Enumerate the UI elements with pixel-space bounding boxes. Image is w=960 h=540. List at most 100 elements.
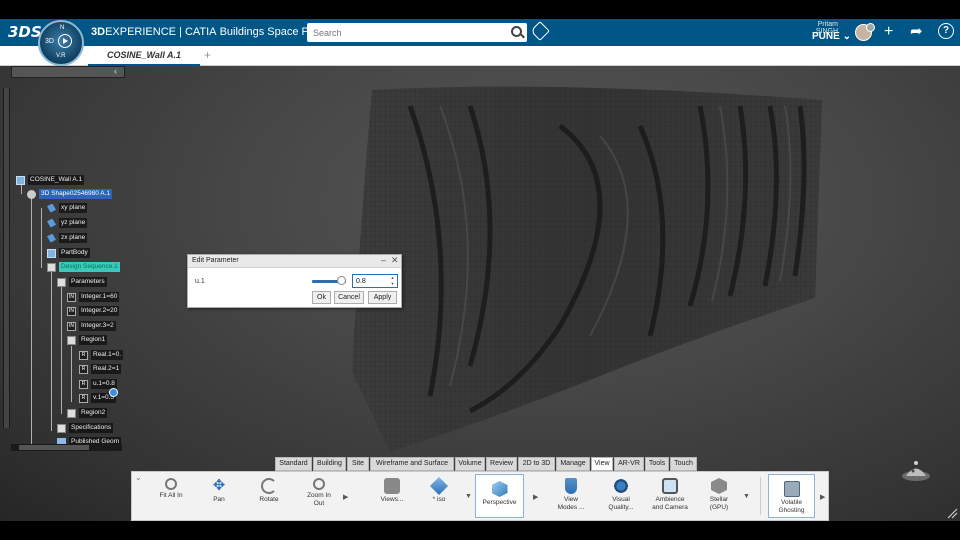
dropdown-arrow-icon[interactable]: ▼ (743, 493, 750, 500)
tag-icon[interactable] (530, 21, 550, 41)
tab-site[interactable]: Site (347, 457, 369, 471)
tab-standard[interactable]: Standard (275, 457, 312, 471)
location-label: PUNE (812, 31, 840, 42)
search-input[interactable] (307, 23, 503, 42)
zoom-in-out-button[interactable]: Zoom In Out (302, 472, 336, 522)
ambience-and-camera-button[interactable]: Ambience and Camera (650, 472, 690, 522)
tree-node-label: Real.2=1 (91, 364, 122, 374)
spin-down-icon[interactable]: ▼ (389, 281, 396, 287)
tree-horizontal-scrollbar[interactable] (11, 444, 122, 451)
zoom-icon (313, 478, 325, 490)
collapse-tree-icon[interactable]: ‹ (114, 66, 117, 76)
close-icon[interactable]: ✕ (391, 255, 399, 266)
tab-building[interactable]: Building (313, 457, 346, 471)
perspective-button[interactable]: Perspective (475, 474, 524, 518)
cosine-wall-surface[interactable] (0, 66, 960, 521)
3d-viewport[interactable]: ‹ COSINE_Wall A.1 3D Shape02546980 A.1 x… (0, 66, 960, 521)
add-tab-button[interactable]: + (204, 48, 211, 62)
expand-arrow-icon[interactable]: ▶ (533, 493, 538, 501)
compass-widget[interactable]: N 3D V.R (38, 20, 84, 66)
tab-cosine-wall[interactable]: COSINE_Wall A.1 (88, 46, 200, 66)
location-dropdown[interactable]: PUNE ⌄ (812, 31, 851, 42)
tree-node-root[interactable]: COSINE_Wall A.1 (16, 175, 85, 185)
tree-node-label: Real.1=0. (91, 350, 124, 360)
visual-quality-button[interactable]: Visual Quality... (604, 472, 638, 522)
volatile-ghosting-label: Volatile Ghosting (778, 499, 805, 514)
expand-arrow-icon[interactable]: ▶ (820, 493, 825, 501)
tree-node-integer-1[interactable]: IN Integer.1=60 (67, 292, 120, 302)
help-icon[interactable]: ? (938, 23, 954, 39)
tree-node-real-1[interactable]: R Real.1=0. (79, 350, 124, 360)
tab-manage[interactable]: Manage (556, 457, 590, 471)
minimize-icon[interactable]: – (381, 255, 386, 265)
tree-node-label: Design Sequence.1 (59, 262, 120, 272)
visual-quality-label: Visual Quality... (608, 496, 634, 511)
iso-view-button[interactable]: * iso (424, 472, 454, 522)
resize-handle-icon[interactable] (946, 507, 958, 519)
tree-node-label: Integer.2=20 (79, 306, 120, 316)
tab-2d-to-3d[interactable]: 2D to 3D (518, 457, 555, 471)
tree-node-label: Region2 (79, 408, 108, 418)
views-button[interactable]: Views... (375, 472, 409, 522)
ambience-camera-label: Ambience and Camera (652, 496, 688, 511)
share-icon[interactable]: ➦ (910, 24, 923, 40)
robot-navigation-icon[interactable] (900, 459, 932, 483)
tree-node-parameters[interactable]: Parameters (57, 277, 107, 287)
tab-tools[interactable]: Tools (645, 457, 669, 471)
volatile-ghosting-button[interactable]: Volatile Ghosting (768, 474, 815, 518)
3ds-logo-icon[interactable]: 3DS (8, 23, 42, 41)
tab-volume[interactable]: Volume (455, 457, 485, 471)
tab-view[interactable]: View (591, 457, 613, 471)
tab-wireframe-and-surface[interactable]: Wireframe and Surface (370, 457, 454, 471)
cursor-marker-icon (109, 388, 118, 397)
dropdown-arrow-icon[interactable]: ▼ (465, 493, 472, 500)
ok-button[interactable]: Ok (312, 291, 331, 304)
dialog-title-bar[interactable]: Edit Parameter – ✕ (188, 255, 401, 268)
parameter-value-stepper[interactable]: ▲ ▼ (352, 274, 398, 288)
views-label: Views... (380, 496, 404, 503)
tree-node-real-2[interactable]: R Real.2=1 (79, 364, 122, 374)
fit-all-in-button[interactable]: Fit All In (154, 472, 188, 522)
tab-ar-vr[interactable]: AR-VR (614, 457, 644, 471)
parameter-value-input[interactable] (354, 275, 388, 287)
tree-node-region2[interactable]: Region2 (67, 408, 108, 418)
expand-arrow-icon[interactable]: ▶ (343, 493, 348, 501)
dialog-title: Edit Parameter (192, 257, 239, 264)
tree-vertical-scrollbar[interactable] (3, 88, 10, 428)
tree-node-design-sequence[interactable]: Design Sequence.1 (47, 262, 120, 272)
tree-node-region1[interactable]: Region1 (67, 335, 108, 345)
slider-knob[interactable] (337, 276, 346, 285)
tree-node-specifications[interactable]: Specifications (57, 423, 114, 433)
parameters-icon (57, 277, 66, 287)
brand-strong: 3D (91, 26, 106, 38)
play-icon[interactable] (58, 34, 72, 48)
views-icon (384, 478, 400, 494)
compass-3d-label: 3D (45, 38, 54, 45)
region-icon (67, 335, 76, 345)
tree-node-xy-plane[interactable]: xy plane (47, 203, 88, 213)
tree-node-3d-shape[interactable]: 3D Shape02546980 A.1 (27, 189, 113, 199)
view-modes-button[interactable]: View Modes ... (554, 472, 588, 522)
search-icon[interactable] (511, 26, 522, 37)
tree-node-zx-plane[interactable]: zx plane (47, 233, 88, 243)
pan-button[interactable]: ✥ Pan (204, 472, 234, 522)
brand-name: EXPERIENCE | CATIA (105, 26, 217, 38)
tab-touch[interactable]: Touch (670, 457, 697, 471)
tree-node-label: Parameters (69, 277, 107, 287)
add-icon[interactable]: + (884, 24, 893, 40)
tree-node-integer-3[interactable]: IN Integer.3=2 (67, 321, 116, 331)
tree-node-label: zx plane (59, 233, 88, 243)
tree-node-yz-plane[interactable]: yz plane (47, 218, 88, 228)
rotate-button[interactable]: Rotate (253, 472, 285, 522)
tree-node-integer-2[interactable]: IN Integer.2=20 (67, 306, 120, 316)
avatar[interactable] (855, 23, 875, 41)
tab-review[interactable]: Review (486, 457, 517, 471)
collapse-ribbon-icon[interactable]: ⌄ (135, 473, 142, 482)
cancel-button[interactable]: Cancel (334, 291, 364, 304)
apply-button[interactable]: Apply (368, 291, 397, 304)
part-icon (27, 189, 36, 199)
tree-node-partbody[interactable]: PartBody (47, 248, 90, 258)
stellar-gpu-button[interactable]: Stellar (GPU) (702, 472, 736, 522)
stellar-icon (711, 478, 727, 494)
search-box[interactable] (307, 23, 527, 42)
